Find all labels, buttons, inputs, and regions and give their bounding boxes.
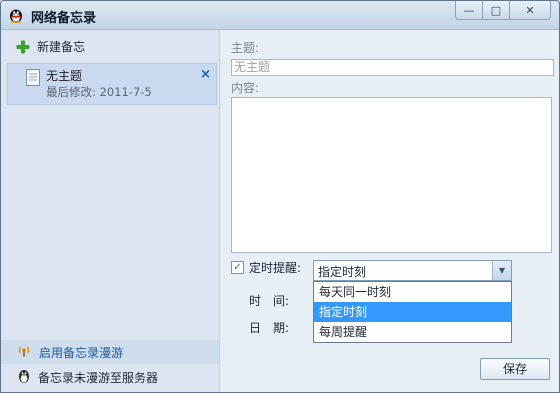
enable-roaming-label: 启用备忘录漫游 (39, 345, 124, 360)
new-memo-label: 新建备忘 (37, 40, 86, 54)
reminder-checkbox[interactable]: ✓ (231, 261, 244, 274)
reminder-type-select[interactable]: 指定时刻 ▼ (313, 260, 512, 281)
memo-sidebar: 新建备忘 无主题 最后修改: 2011-7-5 × 启用备忘录漫游 备忘录未漫游… (1, 30, 220, 392)
chevron-down-icon[interactable]: ▼ (492, 261, 511, 280)
memo-editor: 主题: 无主题 内容: ✓ 定时提醒: 指定时刻 ▼ 时 间: 日 期: 每天同… (220, 30, 559, 392)
delete-memo-icon[interactable]: × (200, 67, 211, 82)
subject-input[interactable]: 无主题 (231, 59, 554, 76)
date-label: 日 期: (249, 321, 290, 335)
memo-modified-date: 最后修改: 2011-7-5 (46, 85, 152, 99)
plus-icon (15, 39, 31, 55)
save-button[interactable]: 保存 (480, 358, 550, 380)
close-button[interactable]: ✕ (509, 1, 551, 20)
maximize-button[interactable]: □ (482, 1, 510, 20)
minimize-button[interactable]: — (455, 1, 483, 20)
dropdown-option-specific-time[interactable]: 指定时刻 (314, 302, 511, 322)
reminder-type-value: 指定时刻 (318, 265, 367, 279)
content-textarea[interactable] (231, 97, 552, 253)
new-memo-button[interactable]: 新建备忘 (15, 38, 85, 55)
title-bar[interactable]: 网络备忘录 — □ ✕ (1, 1, 559, 30)
memo-window: 网络备忘录 — □ ✕ 新建备忘 无主题 最后修改: 2011-7-5 × 启用… (0, 0, 560, 393)
subject-label: 主题: (231, 41, 260, 55)
enable-roaming-link[interactable]: 启用备忘录漫游 (1, 340, 219, 364)
reminder-toggle[interactable]: ✓ 定时提醒: (231, 259, 301, 276)
penguin-icon (16, 368, 32, 387)
document-icon (26, 69, 40, 86)
qq-penguin-icon (8, 7, 24, 23)
close-icon: ✕ (525, 3, 535, 17)
dropdown-option-weekly[interactable]: 每周提醒 (314, 322, 511, 342)
roaming-status: 备忘录未漫游至服务器 (1, 365, 219, 389)
maximize-icon: □ (490, 3, 502, 17)
content-label: 内容: (231, 81, 260, 95)
time-label: 时 间: (249, 294, 290, 308)
memo-title: 无主题 (46, 69, 83, 83)
window-controls: — □ ✕ (455, 1, 551, 20)
reminder-label: 定时提醒: (249, 261, 302, 275)
window-title: 网络备忘录 (31, 11, 97, 26)
roaming-status-label: 备忘录未漫游至服务器 (38, 370, 159, 385)
memo-list-item[interactable]: 无主题 最后修改: 2011-7-5 × (7, 63, 217, 105)
reminder-type-dropdown: 每天同一时刻 指定时刻 每周提醒 (313, 281, 512, 343)
dropdown-option-daily[interactable]: 每天同一时刻 (314, 282, 511, 302)
minimize-icon: — (463, 3, 475, 17)
broadcast-icon (17, 344, 31, 361)
check-icon: ✓ (233, 262, 242, 273)
